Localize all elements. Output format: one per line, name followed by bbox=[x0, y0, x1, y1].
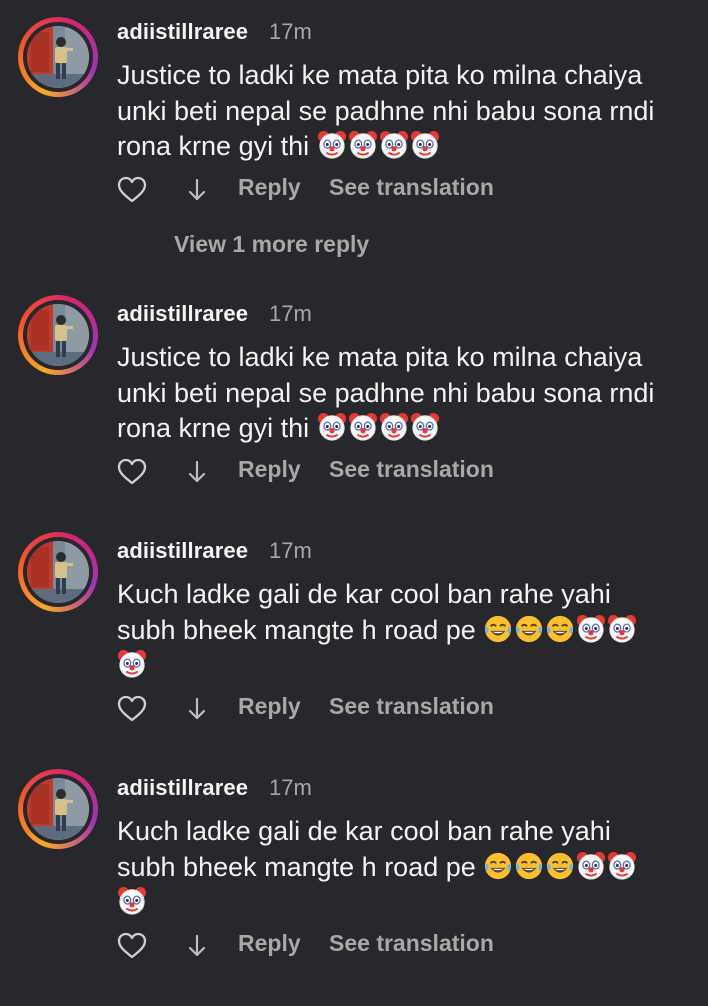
clown-emoji bbox=[379, 412, 409, 442]
avatar[interactable] bbox=[18, 17, 98, 97]
avatar[interactable] bbox=[18, 295, 98, 375]
arrow-down-icon[interactable] bbox=[187, 696, 207, 722]
comment-text: Justice to ladki ke mata pita ko milna c… bbox=[117, 340, 697, 447]
clown-emoji bbox=[117, 886, 147, 916]
laugh-cry-emoji bbox=[545, 614, 575, 644]
comment-text-line: Kuch ladke gali de kar cool ban rahe yah… bbox=[117, 579, 611, 609]
comment-text-line: rona krne gyi thi bbox=[117, 129, 697, 165]
comment-text-fragment: subh bheek mangte h road pe bbox=[117, 614, 484, 645]
reply-button[interactable]: Reply bbox=[238, 456, 301, 483]
laugh-cry-emoji bbox=[514, 851, 544, 881]
see-translation-button[interactable]: See translation bbox=[329, 930, 494, 957]
comment-text-line: Justice to ladki ke mata pita ko milna c… bbox=[117, 342, 643, 372]
comment-timestamp: 17m bbox=[269, 775, 312, 800]
see-translation-button[interactable]: See translation bbox=[329, 693, 494, 720]
reply-button[interactable]: Reply bbox=[238, 693, 301, 720]
heart-outline-icon[interactable] bbox=[117, 176, 147, 204]
comment-text-fragment: subh bheek mangte h road pe bbox=[117, 851, 484, 882]
avatar[interactable] bbox=[18, 769, 98, 849]
arrow-down-icon[interactable] bbox=[187, 177, 207, 203]
comment-text: Kuch ladke gali de kar cool ban rahe yah… bbox=[117, 577, 697, 684]
comment-username[interactable]: adiistillraree bbox=[117, 538, 248, 564]
avatar-border bbox=[23, 300, 93, 370]
avatar-border bbox=[23, 22, 93, 92]
comment-text-line: unki beti nepal se padhne nhi babu sona … bbox=[117, 95, 655, 126]
comment-username[interactable]: adiistillraree bbox=[117, 775, 248, 801]
comment-text-line: subh bheek mangte h road pe bbox=[117, 613, 697, 649]
heart-outline-icon[interactable] bbox=[117, 458, 147, 486]
comment-text: Kuch ladke gali de kar cool ban rahe yah… bbox=[117, 814, 697, 921]
heart-outline-icon[interactable] bbox=[117, 932, 147, 960]
comment-text-line: unki beti nepal se padhne nhi babu sona … bbox=[117, 377, 655, 408]
comment-text-line: Justice to ladki ke mata pita ko milna c… bbox=[117, 60, 643, 90]
clown-emoji bbox=[410, 130, 440, 160]
comment-actions: Reply See translation bbox=[117, 693, 677, 727]
comment-timestamp: 17m bbox=[269, 538, 312, 563]
avatar[interactable] bbox=[18, 532, 98, 612]
laugh-cry-emoji bbox=[545, 851, 575, 881]
comment-text-line bbox=[117, 648, 697, 684]
view-more-replies-button[interactable]: View 1 more reply bbox=[174, 231, 369, 258]
comment-timestamp: 17m bbox=[269, 301, 312, 326]
arrow-down-icon[interactable] bbox=[187, 459, 207, 485]
laugh-cry-emoji bbox=[483, 614, 513, 644]
comment-text: Justice to ladki ke mata pita ko milna c… bbox=[117, 58, 697, 165]
comment-username[interactable]: adiistillraree bbox=[117, 301, 248, 327]
reply-button[interactable]: Reply bbox=[238, 930, 301, 957]
avatar-photo bbox=[27, 541, 89, 603]
clown-emoji bbox=[317, 412, 347, 442]
clown-emoji bbox=[607, 851, 637, 881]
comment-username[interactable]: adiistillraree bbox=[117, 19, 248, 45]
avatar-photo bbox=[27, 778, 89, 840]
clown-emoji bbox=[379, 130, 409, 160]
clown-emoji bbox=[317, 130, 347, 160]
avatar-photo bbox=[27, 304, 89, 366]
comment-timestamp: 17m bbox=[269, 19, 312, 44]
comment-text-line bbox=[117, 885, 697, 921]
see-translation-button[interactable]: See translation bbox=[329, 174, 494, 201]
clown-emoji bbox=[576, 851, 606, 881]
comment-actions: Reply See translation bbox=[117, 930, 677, 964]
comment-actions: Reply See translation bbox=[117, 174, 677, 208]
avatar-border bbox=[23, 774, 93, 844]
comment-actions: Reply See translation bbox=[117, 456, 677, 490]
clown-emoji bbox=[348, 130, 378, 160]
heart-outline-icon[interactable] bbox=[117, 695, 147, 723]
avatar-border bbox=[23, 537, 93, 607]
comment-text-line: rona krne gyi thi bbox=[117, 411, 697, 447]
clown-emoji bbox=[117, 649, 147, 679]
laugh-cry-emoji bbox=[514, 614, 544, 644]
arrow-down-icon[interactable] bbox=[187, 933, 207, 959]
clown-emoji bbox=[607, 614, 637, 644]
comment-text-fragment: rona krne gyi thi bbox=[117, 413, 317, 443]
laugh-cry-emoji bbox=[483, 851, 513, 881]
avatar-photo bbox=[27, 26, 89, 88]
comment-text-line: subh bheek mangte h road pe bbox=[117, 850, 697, 886]
clown-emoji bbox=[348, 412, 378, 442]
clown-emoji bbox=[576, 614, 606, 644]
reply-button[interactable]: Reply bbox=[238, 174, 301, 201]
clown-emoji bbox=[410, 412, 440, 442]
see-translation-button[interactable]: See translation bbox=[329, 456, 494, 483]
comment-text-fragment: rona krne gyi thi bbox=[117, 131, 317, 161]
comment-text-line: Kuch ladke gali de kar cool ban rahe yah… bbox=[117, 816, 611, 846]
